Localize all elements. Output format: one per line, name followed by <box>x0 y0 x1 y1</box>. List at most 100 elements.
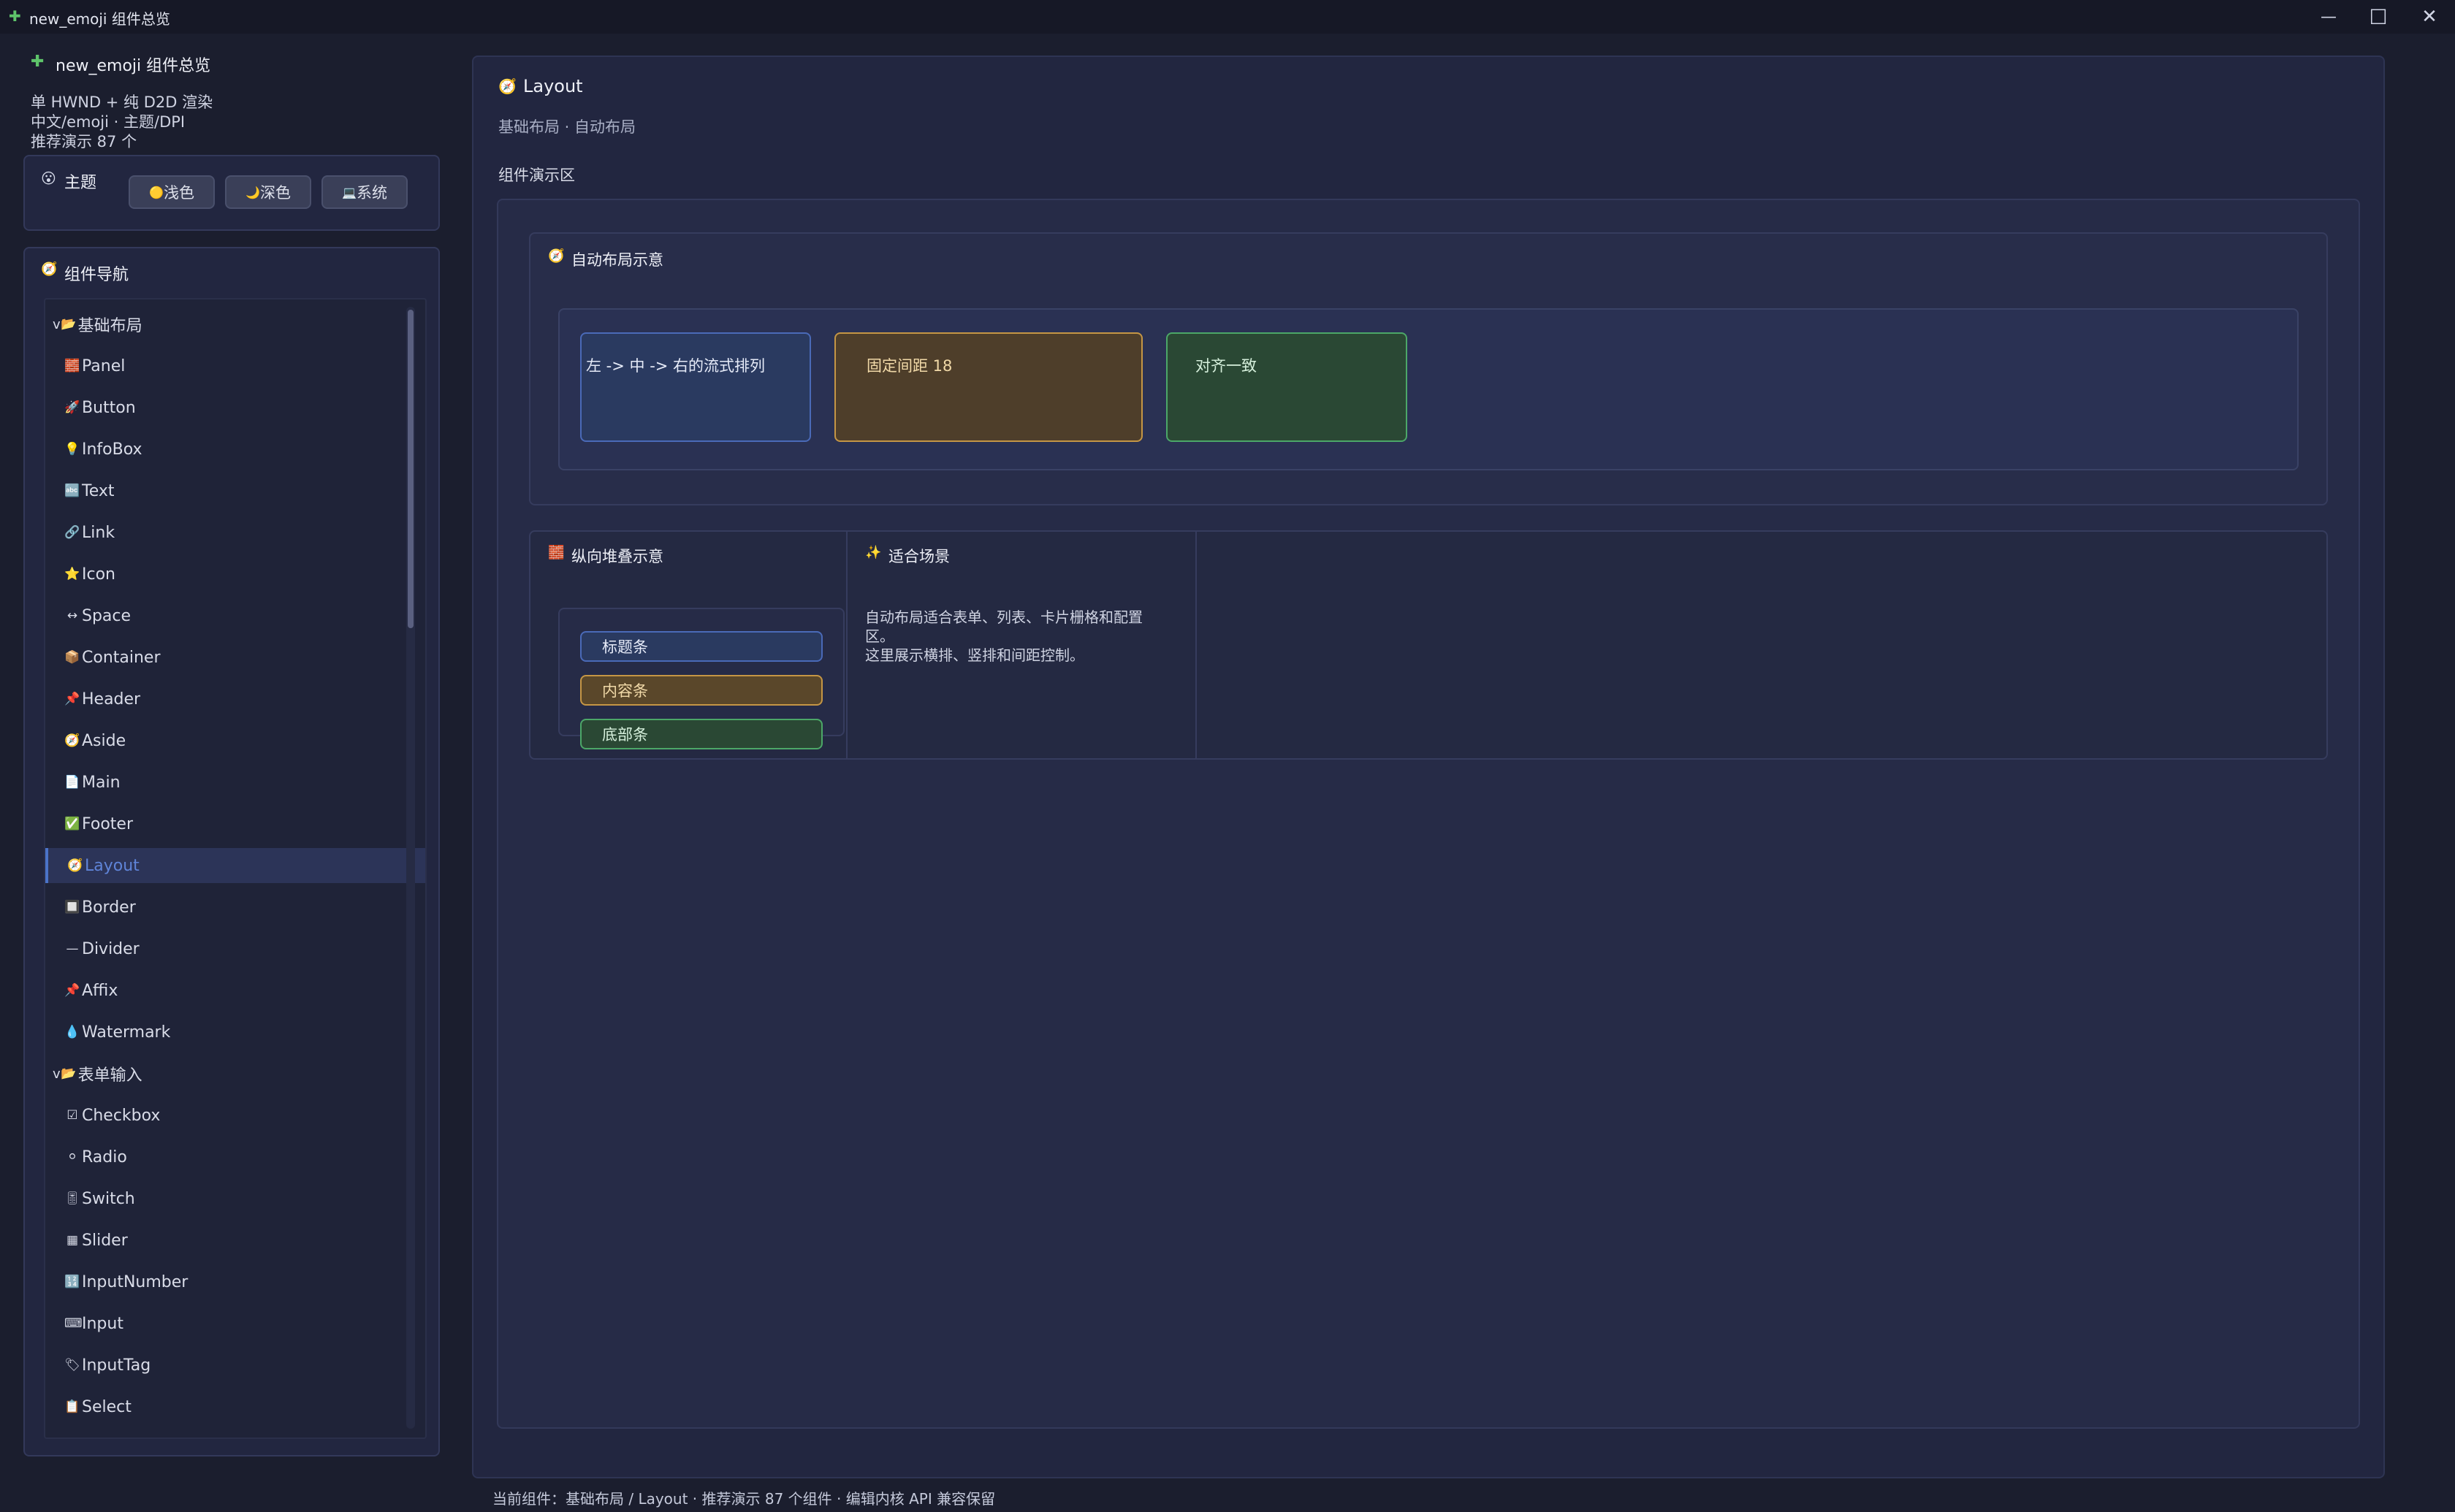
nav-item-icon: 📌 <box>64 692 80 706</box>
nav-group[interactable]: v 📂 基础布局 <box>45 307 411 342</box>
nav-item[interactable]: ⌨ Input <box>45 1306 422 1341</box>
nav-item-label: Watermark <box>82 1023 171 1042</box>
nav-item-icon: 💡 <box>64 442 80 457</box>
nav-item[interactable]: 🧭 Aside <box>45 723 422 758</box>
theme-light-button[interactable]: 🟡 浅色 <box>129 175 215 209</box>
nav-item-label: InfoBox <box>82 440 142 459</box>
nav-item[interactable]: ⚪ Radio <box>45 1139 422 1175</box>
brick-icon: 🧱 <box>548 545 565 560</box>
nav-item-icon: 🔗 <box>64 525 80 540</box>
nav-item-icon: 📦 <box>64 650 80 665</box>
nav-item[interactable]: ⭐ Icon <box>45 557 422 592</box>
nav-item-label: Icon <box>82 565 115 584</box>
close-button[interactable]: ✕ <box>2404 0 2455 34</box>
page-title: Layout <box>523 76 583 96</box>
nav-item-icon: — <box>66 942 79 956</box>
nav-item[interactable]: 🔲 Border <box>45 890 422 925</box>
compass-icon: 🧭 <box>548 248 565 264</box>
scene-description: 自动布局适合表单、列表、卡片栅格和配置区。 这里展示横排、竖排和间距控制。 <box>865 608 1150 665</box>
nav-item-label: Affix <box>82 981 118 1000</box>
laptop-icon: 💻 <box>342 185 357 199</box>
info-line: 推荐演示 87 个 <box>31 133 137 150</box>
nav-item[interactable]: ☑ Checkbox <box>45 1098 422 1133</box>
flow-item-middle: 固定间距 18 <box>834 332 1143 442</box>
nav-item[interactable]: 🧭 Layout <box>45 848 425 883</box>
flow-container <box>558 308 2299 470</box>
window-title: new_emoji 组件总览 <box>29 10 170 28</box>
stack-bar-header: 标题条 <box>580 631 823 662</box>
scene-text-line: 自动布局适合表单、列表、卡片栅格和配置区。 <box>865 608 1143 645</box>
chevron-down-icon: v <box>53 316 61 332</box>
nav-item[interactable]: 🔗 Link <box>45 515 422 550</box>
nav-item-icon: ✅ <box>64 817 80 831</box>
nav-item[interactable]: — Divider <box>45 931 422 966</box>
nav-item[interactable]: 📄 Main <box>45 765 422 800</box>
minimize-button[interactable]: — <box>2303 0 2354 34</box>
nav-item-label: Select <box>82 1397 132 1416</box>
nav-item-label: Container <box>82 648 161 667</box>
nav-item-icon: 🧱 <box>64 359 80 373</box>
nav-item[interactable]: ▦ Slider <box>45 1223 422 1258</box>
nav-item[interactable]: 📦 Container <box>45 640 422 675</box>
scene-text-line: 这里展示横排、竖排和间距控制。 <box>865 646 1084 664</box>
minimize-icon: — <box>2321 7 2337 26</box>
nav-item-icon: 🔢 <box>64 1275 80 1289</box>
nav-item-icon: 💧 <box>64 1025 80 1039</box>
maximize-icon: ☐ <box>2369 4 2388 29</box>
nav-title: 组件导航 <box>64 266 129 284</box>
nav-item-label: InputTag <box>82 1356 151 1375</box>
stack-bar-footer: 底部条 <box>580 719 823 749</box>
nav-item[interactable]: 💡 InfoBox <box>45 432 422 467</box>
nav-item[interactable]: ✅ Footer <box>45 806 422 841</box>
nav-item-label: Checkbox <box>82 1106 161 1125</box>
chevron-down-icon: v <box>53 1066 61 1082</box>
nav-item[interactable]: 🏷 InputTag <box>45 1348 422 1383</box>
close-icon: ✕ <box>2421 6 2437 28</box>
theme-button-label: 浅色 <box>163 184 194 202</box>
nav-scrollbar-thumb[interactable] <box>408 310 414 628</box>
nav-item-icon: ⚪ <box>66 1150 78 1164</box>
nav-item[interactable]: 🔤 Text <box>45 473 422 508</box>
nav-item[interactable]: 🚀 Button <box>45 390 422 425</box>
nav-item-label: Space <box>82 606 132 625</box>
compass-icon: 🧭 <box>41 261 58 277</box>
status-bar: 当前组件：基础布局 / Layout · 推荐演示 87 个组件 · 编辑内核 … <box>492 1490 996 1508</box>
nav-item-label: Main <box>82 773 121 792</box>
nav-item[interactable]: 📌 Header <box>45 681 422 717</box>
nav-item-label: Header <box>82 690 141 709</box>
theme-system-button[interactable]: 💻 系统 <box>321 175 408 209</box>
nav-item-icon: 🎚 <box>64 1191 80 1206</box>
nav-item-icon: 📄 <box>64 775 80 790</box>
nav-item-label: Footer <box>82 814 133 833</box>
nav-item-label: Divider <box>82 939 140 958</box>
nav-item-label: Input <box>82 1314 123 1333</box>
title-bar: ✚ new_emoji 组件总览 — ☐ ✕ <box>0 0 2455 34</box>
nav-item[interactable]: ↔ Space <box>45 598 422 633</box>
scene-title: 适合场景 <box>888 548 950 565</box>
nav-item-icon: ☑ <box>66 1108 78 1123</box>
breadcrumb: 基础布局 · 自动布局 <box>498 118 636 136</box>
nav-item[interactable]: 🔢 InputNumber <box>45 1264 422 1299</box>
nav-item[interactable]: 💧 Watermark <box>45 1015 422 1050</box>
theme-dark-button[interactable]: 🌙 深色 <box>225 175 311 209</box>
nav-item-icon: 📂 <box>61 317 77 332</box>
nav-item[interactable]: 📋 Select <box>45 1389 422 1424</box>
puzzle-icon: ✚ <box>31 53 45 71</box>
nav-item-label: Panel <box>82 356 126 375</box>
nav-group[interactable]: v 📂 表单输入 <box>45 1056 411 1091</box>
divider <box>846 532 848 758</box>
nav-item[interactable]: 🎚 Switch <box>45 1181 422 1216</box>
nav-item[interactable]: 📌 Affix <box>45 973 422 1008</box>
nav-item-icon: 🧭 <box>64 733 80 748</box>
nav-item-label: Text <box>82 481 115 500</box>
auto-layout-title: 自动布局示意 <box>571 251 663 269</box>
maximize-button[interactable]: ☐ <box>2353 0 2404 34</box>
nav-item-label: 基础布局 <box>77 317 142 335</box>
nav-item[interactable]: 🧱 Panel <box>45 348 422 383</box>
info-line: 单 HWND + 纯 D2D 渲染 <box>31 93 213 111</box>
nav-item-icon: 🏷 <box>64 1358 80 1372</box>
demo-area-label: 组件演示区 <box>498 167 575 184</box>
nav-tree[interactable]: v 📂 基础布局 🧱 Panel 🚀 Button 💡 InfoBox 🔤 Text 🔗 Link ⭐ Ic… <box>44 298 427 1439</box>
nav-item-icon: ⌨ <box>64 1316 83 1331</box>
flow-item-right: 对齐一致 <box>1166 332 1407 442</box>
